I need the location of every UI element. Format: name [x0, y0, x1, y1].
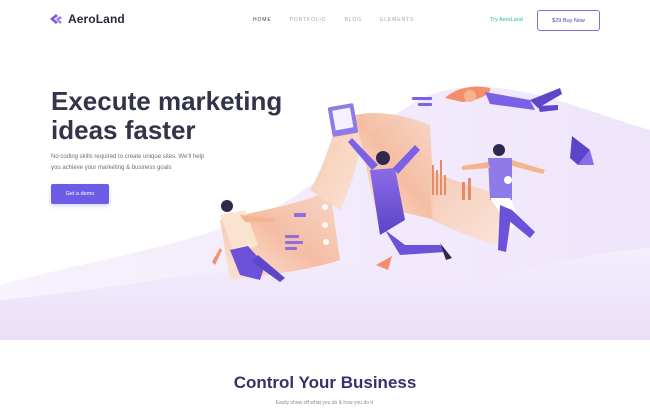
hero-subtitle-line-2: you achieve your marketing & business go…: [51, 165, 172, 171]
logo[interactable]: AeroLand: [50, 12, 125, 26]
nav-item-portfolio[interactable]: PORTFOLIO: [290, 17, 327, 23]
section-subtitle: Easily show off what you do & how you do…: [275, 400, 375, 406]
try-aeroland-link[interactable]: Try AeroLand: [490, 17, 523, 23]
logo-icon: [50, 14, 62, 24]
logo-text: AeroLand: [68, 12, 125, 26]
nav-item-home[interactable]: HOME: [253, 17, 272, 23]
landing-page: AeroLand HOME PORTFOLIO BLOG ELEMENTS Tr…: [0, 0, 650, 412]
section-title: Control Your Business: [233, 373, 417, 392]
top-header: AeroLand HOME PORTFOLIO BLOG ELEMENTS Tr…: [0, 0, 650, 40]
hero-title-line-2: ideas faster: [51, 115, 196, 145]
nav-item-elements[interactable]: ELEMENTS: [380, 17, 414, 23]
buy-now-button[interactable]: $29 Buy Now: [537, 10, 600, 31]
hero-subtitle-line-1: No coding skills required to create uniq…: [51, 154, 205, 160]
nav-item-blog[interactable]: BLOG: [345, 17, 363, 23]
main-nav: HOME PORTFOLIO BLOG ELEMENTS: [253, 17, 414, 23]
hero-illustration: [212, 86, 594, 282]
get-demo-button[interactable]: Get a demo: [51, 184, 109, 204]
